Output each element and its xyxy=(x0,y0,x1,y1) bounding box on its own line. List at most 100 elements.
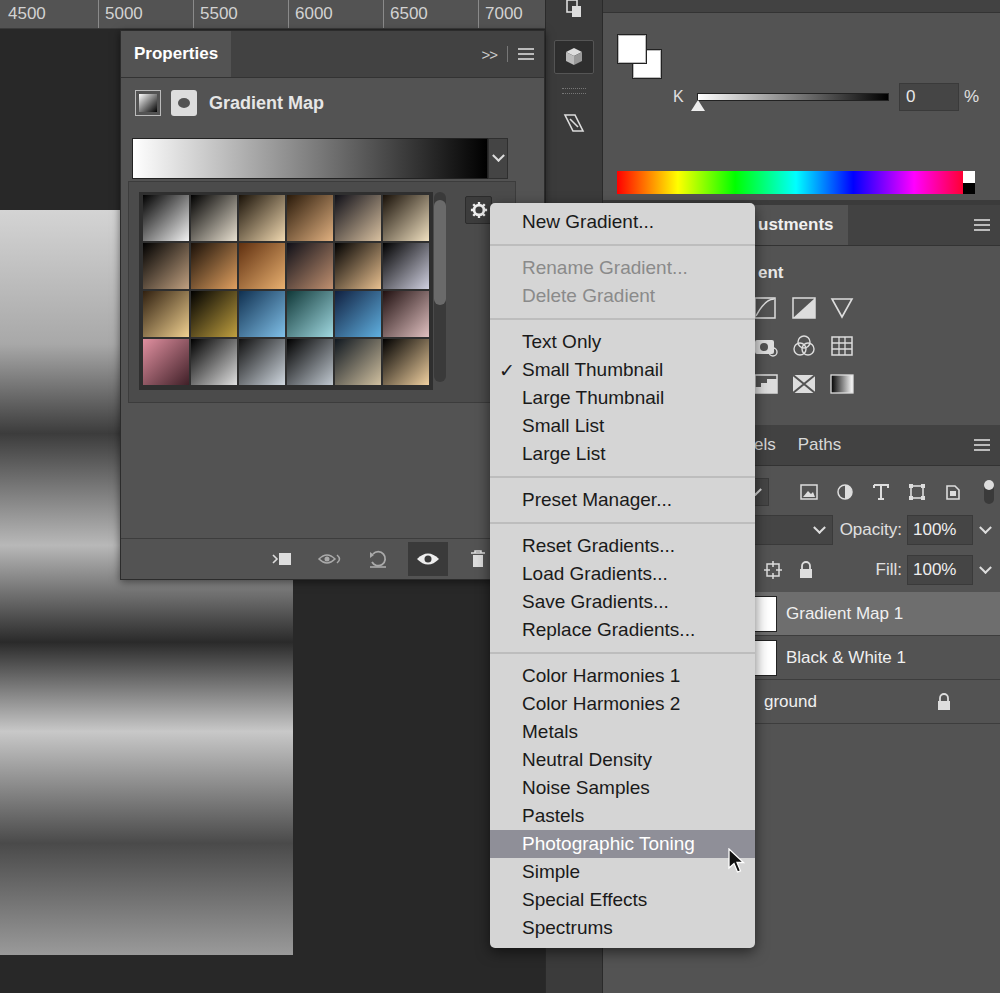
filter-toggle[interactable] xyxy=(984,480,994,504)
opacity-dropdown[interactable] xyxy=(973,516,997,544)
blend-mode-dropdown[interactable] xyxy=(743,515,833,545)
history-icon[interactable] xyxy=(554,0,594,26)
panel-menu-icon[interactable] xyxy=(518,48,534,60)
gradient-preset[interactable] xyxy=(239,195,285,241)
3d-icon[interactable] xyxy=(554,40,594,74)
curves-icon[interactable] xyxy=(753,295,779,321)
foreground-color-swatch[interactable] xyxy=(617,34,647,64)
menu-item[interactable]: New Gradient... xyxy=(490,208,755,236)
gradient-preset[interactable] xyxy=(143,243,189,289)
menu-item[interactable]: Color Harmonies 2 xyxy=(490,690,755,718)
gradient-preset[interactable] xyxy=(335,339,381,385)
gradient-preset[interactable] xyxy=(143,291,189,337)
mask-icon[interactable] xyxy=(171,90,197,116)
posterize-icon[interactable] xyxy=(753,371,779,397)
color-spectrum[interactable] xyxy=(617,171,975,194)
gear-icon[interactable] xyxy=(465,196,492,224)
pixel-filter-icon[interactable] xyxy=(799,482,819,502)
gradient-preset[interactable] xyxy=(143,339,189,385)
eye-icon[interactable] xyxy=(408,542,448,576)
menu-item[interactable]: Small List xyxy=(490,412,755,440)
opacity-field[interactable]: 100% xyxy=(907,515,973,545)
gradient-preset[interactable] xyxy=(335,243,381,289)
gradient-map-icon[interactable] xyxy=(135,90,161,116)
collapse-button[interactable]: >> xyxy=(481,46,497,63)
gradient-preset[interactable] xyxy=(383,243,429,289)
gradient-preset[interactable] xyxy=(335,195,381,241)
menu-item[interactable]: Large List xyxy=(490,440,755,468)
gradient-preset[interactable] xyxy=(335,291,381,337)
properties-tab[interactable]: Properties xyxy=(121,31,231,77)
menu-item[interactable]: Spectrums xyxy=(490,914,755,942)
exposure-icon[interactable] xyxy=(791,295,817,321)
menu-item[interactable]: Neutral Density xyxy=(490,746,755,774)
gradient-preset[interactable] xyxy=(191,195,237,241)
gradient-bar[interactable] xyxy=(132,138,488,179)
menu-item[interactable]: Replace Gradients... xyxy=(490,616,755,644)
properties-panel[interactable]: Properties >> Gradient Map xyxy=(120,30,545,580)
menu-item[interactable]: Special Effects xyxy=(490,886,755,914)
strip-grip[interactable] xyxy=(562,88,586,94)
adjustment-filter-icon[interactable] xyxy=(835,482,855,502)
gradient-dropdown-button[interactable] xyxy=(488,138,508,179)
gradient-preset[interactable] xyxy=(287,195,333,241)
photo-filter-icon[interactable] xyxy=(753,333,779,359)
menu-item[interactable]: ✓ Small Thumbnail xyxy=(490,356,755,384)
menu-item[interactable]: Simple xyxy=(490,858,755,886)
chevron-icon xyxy=(813,521,826,534)
color-lookup-icon[interactable] xyxy=(829,333,855,359)
spectrum-white-black[interactable] xyxy=(963,171,975,194)
horizontal-ruler[interactable]: 450050005500600065007000 xyxy=(0,0,545,29)
gradient-preset[interactable] xyxy=(287,339,333,385)
gradient-preset[interactable] xyxy=(239,339,285,385)
menu-item[interactable]: Metals xyxy=(490,718,755,746)
lock-all-icon[interactable] xyxy=(796,560,816,580)
k-slider-thumb[interactable] xyxy=(691,100,705,111)
gradient-map-icon[interactable] xyxy=(829,371,855,397)
gradient-preset[interactable] xyxy=(383,339,429,385)
menu-item[interactable]: Save Gradients... xyxy=(490,588,755,616)
smart-object-filter-icon[interactable] xyxy=(943,482,963,502)
gradient-preset[interactable] xyxy=(191,339,237,385)
menu-item[interactable]: Reset Gradients... xyxy=(490,532,755,560)
gradient-preset[interactable] xyxy=(239,243,285,289)
menu-item[interactable]: Color Harmonies 1 xyxy=(490,662,755,690)
view-previous-state-icon[interactable] xyxy=(312,542,348,576)
gradient-preset[interactable] xyxy=(191,291,237,337)
menu-item-label: Reset Gradients... xyxy=(522,535,675,557)
selective-color-icon[interactable] xyxy=(791,371,817,397)
fill-field[interactable]: 100% xyxy=(907,555,973,585)
panel-menu-icon[interactable] xyxy=(974,205,990,245)
panel-tab[interactable]: Paths xyxy=(787,425,852,465)
gradient-triangle-icon[interactable] xyxy=(829,295,855,321)
k-value-field[interactable]: 0 xyxy=(899,83,959,111)
menu-item[interactable]: Text Only xyxy=(490,328,755,356)
shape-filter-icon[interactable] xyxy=(907,482,927,502)
type-filter-icon[interactable] xyxy=(871,482,891,502)
lock-position-icon[interactable] xyxy=(763,560,783,580)
gradient-preset[interactable] xyxy=(287,291,333,337)
gradient-preset[interactable] xyxy=(383,291,429,337)
channel-mixer-icon[interactable] xyxy=(791,333,817,359)
preset-scrollbar[interactable] xyxy=(434,192,446,382)
fill-dropdown[interactable] xyxy=(973,556,997,584)
gradient-preset[interactable] xyxy=(143,195,189,241)
gradient-preset[interactable] xyxy=(287,243,333,289)
menu-item[interactable]: Noise Samples xyxy=(490,774,755,802)
gradient-picker-row xyxy=(132,138,544,179)
menu-item[interactable]: Large Thumbnail xyxy=(490,384,755,412)
menu-item[interactable]: Preset Manager... xyxy=(490,486,755,514)
panel-menu-icon[interactable] xyxy=(974,425,990,465)
gradient-preset[interactable] xyxy=(239,291,285,337)
gradient-preset[interactable] xyxy=(191,243,237,289)
menu-item[interactable]: Photographic Toning xyxy=(490,830,755,858)
menu-item[interactable]: Load Gradients... xyxy=(490,560,755,588)
brush-settings-icon[interactable] xyxy=(554,106,594,140)
menu-item[interactable]: Pastels xyxy=(490,802,755,830)
chevron-icon xyxy=(979,521,992,534)
reset-icon[interactable] xyxy=(360,542,396,576)
gradient-preset[interactable] xyxy=(383,195,429,241)
k-slider[interactable] xyxy=(697,93,889,101)
scrollbar-thumb[interactable] xyxy=(434,200,446,305)
clip-to-layer-icon[interactable] xyxy=(264,542,300,576)
